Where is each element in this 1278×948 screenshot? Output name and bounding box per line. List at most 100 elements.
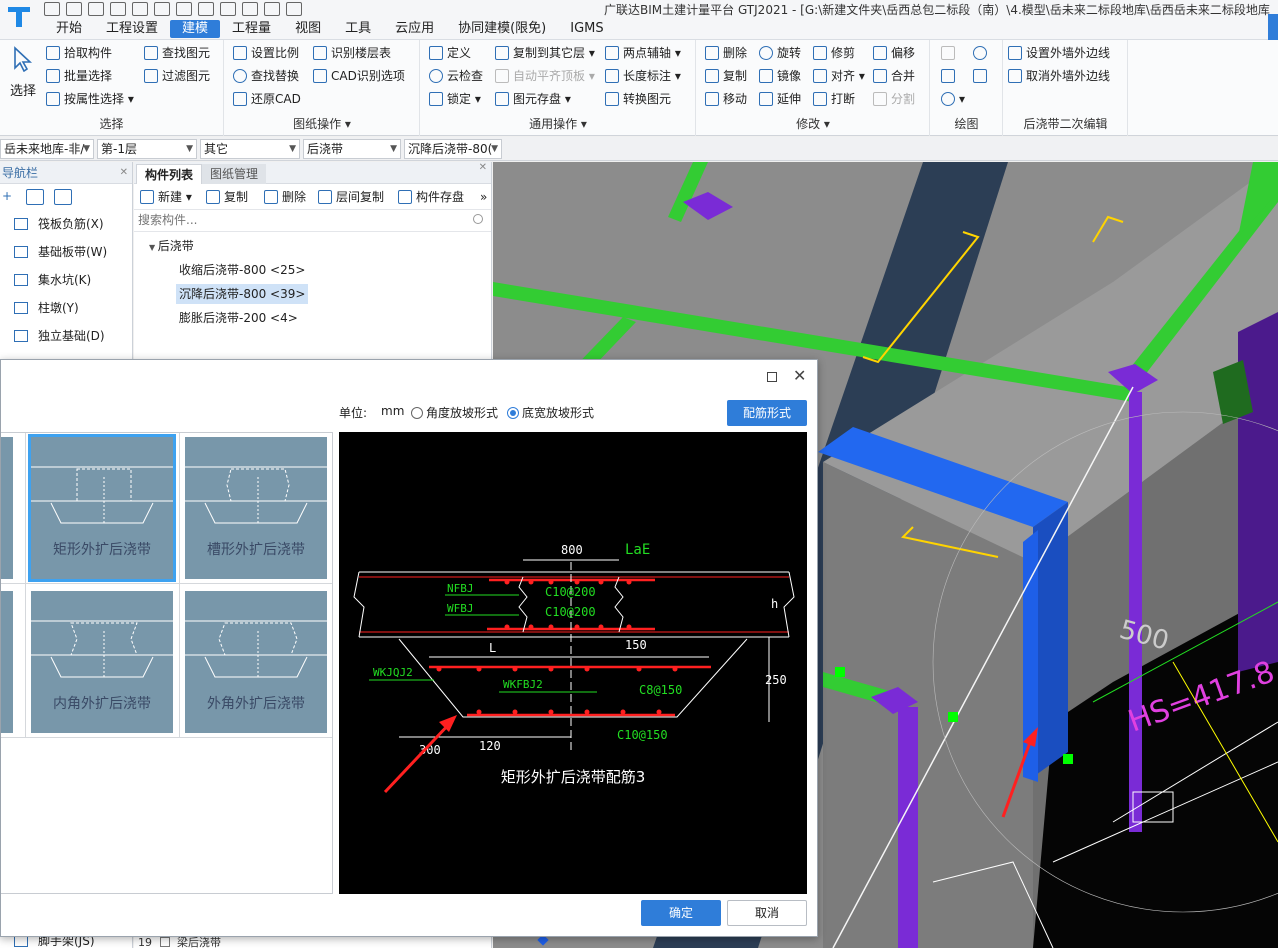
menu-tab[interactable]: 工具	[333, 20, 383, 38]
define-button[interactable]: 定义	[429, 45, 471, 61]
align-button[interactable]: 对齐 ▾	[813, 68, 865, 84]
grip-handle[interactable]	[1063, 754, 1073, 764]
delete-button[interactable]: 删除	[705, 45, 747, 61]
grip-handle[interactable]	[835, 667, 845, 677]
new-file-icon[interactable]	[44, 2, 60, 16]
ribbon-group-title[interactable]: 修改 ▾	[697, 115, 929, 132]
nav-item-isolated-footing[interactable]: 独立基础(D)	[0, 322, 132, 350]
open-folder-icon[interactable]	[88, 2, 104, 16]
auto-align-top-button[interactable]: 自动平齐顶板 ▾	[495, 68, 595, 84]
tree-item-selected[interactable]: 沉降后浇带-800 <39>	[176, 284, 309, 304]
list-view-icon[interactable]	[26, 189, 44, 205]
detail-view-icon[interactable]	[54, 189, 72, 205]
table-icon[interactable]	[220, 2, 236, 16]
redo-icon[interactable]	[154, 2, 170, 16]
identify-floor-table-button[interactable]: 识别楼层表	[313, 45, 391, 61]
type-card-rect-outward[interactable]: 矩形外扩后浇带	[28, 434, 176, 582]
save-icon[interactable]	[110, 2, 126, 16]
search-icon[interactable]	[473, 214, 483, 224]
split-button[interactable]: 分割	[873, 91, 915, 107]
tab-drawing-management[interactable]: 图纸管理	[202, 164, 267, 184]
new-component-button[interactable]: 新建 ▾	[140, 189, 192, 205]
ribbon-group-title[interactable]: 图纸操作 ▾	[225, 115, 419, 132]
draw-line-button[interactable]	[941, 68, 959, 84]
restore-cad-button[interactable]: 还原CAD	[233, 91, 301, 107]
batch-select-button[interactable]: 批量选择	[46, 68, 112, 84]
draw-point-button[interactable]	[941, 45, 959, 61]
menu-tab[interactable]: IGMS	[558, 20, 615, 38]
set-outer-wall-line-button[interactable]: 设置外墙外边线	[1008, 45, 1110, 61]
grip-handle[interactable]	[948, 712, 958, 722]
maximize-icon[interactable]	[767, 372, 777, 382]
delete-component-button[interactable]: 删除	[264, 189, 306, 205]
component-search-input[interactable]	[134, 210, 454, 230]
menu-tab[interactable]: 工程量	[220, 20, 283, 38]
draw-rect-button[interactable]	[973, 68, 991, 84]
cloud-check-button[interactable]: 云检查	[429, 68, 483, 84]
find-element-button[interactable]: 查找图元	[144, 45, 210, 61]
tree-item[interactable]: 收缩后浇带-800 <25>	[176, 260, 308, 280]
type-card-inner-corner[interactable]: 内角外扩后浇带	[31, 591, 173, 733]
ok-button[interactable]: 确定	[641, 900, 721, 926]
rotate-button[interactable]: 旋转	[759, 45, 801, 61]
report-icon[interactable]	[264, 2, 280, 16]
radio-width-slope[interactable]: 底宽放坡形式	[507, 404, 594, 421]
undo-icon[interactable]	[132, 2, 148, 16]
type-card-partial[interactable]	[1, 591, 13, 733]
close-icon[interactable]: ✕	[793, 366, 806, 385]
sum-icon[interactable]	[198, 2, 214, 16]
convert-element-button[interactable]: 转换图元	[605, 91, 671, 107]
cancel-outer-wall-line-button[interactable]: 取消外墙外边线	[1008, 68, 1110, 84]
merge-button[interactable]: 合并	[873, 68, 915, 84]
calc-icon[interactable]	[176, 2, 192, 16]
expand-box-icon[interactable]	[159, 937, 170, 947]
trim-button[interactable]: 修剪	[813, 45, 855, 61]
cad-options-button[interactable]: CAD识别选项	[313, 68, 405, 84]
nav-item-raft-neg-rebar[interactable]: 筏板负筋(X)	[0, 210, 132, 238]
nav-item-sump-pit[interactable]: 集水坑(K)	[0, 266, 132, 294]
two-point-axis-button[interactable]: 两点辅轴 ▾	[605, 45, 681, 61]
copy-between-floors-button[interactable]: 层间复制	[318, 189, 384, 205]
type-combo[interactable]: 后浇带 ▼	[303, 139, 401, 159]
component-combo[interactable]: 沉降后浇带-80(▼	[404, 139, 502, 159]
floor-combo[interactable]: 第-1层 ▼	[97, 139, 197, 159]
copy-button[interactable]: 复制	[705, 68, 747, 84]
menu-tab[interactable]: 视图	[283, 20, 333, 38]
menu-tab[interactable]: 云应用	[383, 20, 446, 38]
element-save-button[interactable]: 图元存盘 ▾	[495, 91, 571, 107]
category-combo[interactable]: 其它 ▼	[200, 139, 300, 159]
menu-tab[interactable]: 建模	[170, 20, 221, 38]
open-file-icon[interactable]	[66, 2, 82, 16]
draw-rotate-point-button[interactable]	[973, 45, 991, 61]
extend-button[interactable]: 延伸	[759, 91, 801, 107]
save-component-button[interactable]: 构件存盘	[398, 189, 464, 205]
radio-angle-slope[interactable]: 角度放坡形式	[411, 404, 498, 421]
draw-arc-button[interactable]: ▾	[941, 91, 965, 107]
find-replace-button[interactable]: 查找替换	[233, 68, 299, 84]
close-icon[interactable]: ✕	[479, 162, 487, 173]
grid-icon[interactable]	[242, 2, 258, 16]
pick-component-button[interactable]: 拾取构件	[46, 45, 112, 61]
type-card-outer-corner[interactable]: 外角外扩后浇带	[185, 591, 327, 733]
nav-item-column-pier[interactable]: 柱墩(Y)	[0, 294, 132, 322]
tree-item[interactable]: 膨胀后浇带-200 <4>	[176, 308, 301, 328]
set-scale-button[interactable]: 设置比例	[233, 45, 299, 61]
project-combo[interactable]: 岳未来地库-非/▼	[0, 139, 94, 159]
length-dim-button[interactable]: 长度标注 ▾	[605, 68, 681, 84]
sync-icon[interactable]	[286, 2, 302, 16]
select-button[interactable]: 选择	[8, 46, 38, 99]
cancel-button[interactable]: 取消	[727, 900, 807, 926]
add-icon[interactable]: +	[2, 189, 20, 205]
copy-component-button[interactable]: 复制	[206, 189, 248, 205]
more-tools-icon[interactable]: »	[480, 189, 487, 205]
break-button[interactable]: 打断	[813, 91, 855, 107]
move-button[interactable]: 移动	[705, 91, 747, 107]
select-by-attr-button[interactable]: 按属性选择 ▾	[46, 91, 134, 107]
mirror-button[interactable]: 镜像	[759, 68, 801, 84]
tree-root[interactable]: ▼ 后浇带	[146, 236, 197, 256]
offset-button[interactable]: 偏移	[873, 45, 915, 61]
nav-item-foundation-strip[interactable]: 基础板带(W)	[0, 238, 132, 266]
menu-tab[interactable]: 协同建模(限免)	[446, 20, 558, 38]
close-icon[interactable]: ✕	[120, 162, 128, 184]
type-card-partial[interactable]	[1, 437, 13, 579]
